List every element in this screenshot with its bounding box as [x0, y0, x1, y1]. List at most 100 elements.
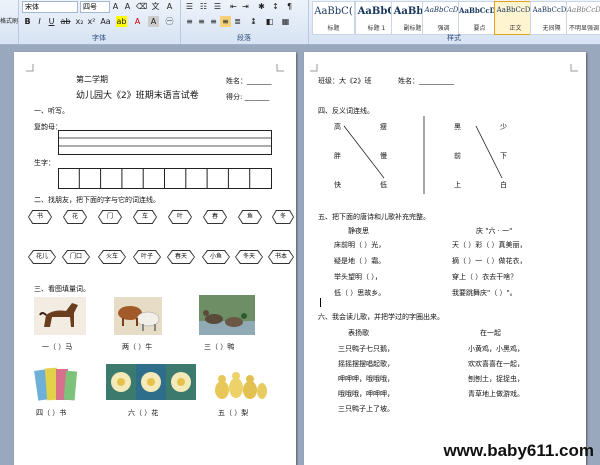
character-grid[interactable] — [58, 168, 272, 190]
char-hex: 冬 — [272, 210, 294, 224]
nursery-rhyme-title: 表扬歌 — [348, 329, 369, 337]
name-field-label: 姓名：_______ — [226, 77, 272, 85]
align-center-icon[interactable]: ≡ — [196, 16, 207, 27]
measure-word-3: 三（ ）鸭 — [204, 343, 235, 351]
strikethrough-button[interactable]: ab — [60, 16, 71, 27]
rhyme-line: 呷呷呷，哦哦哦， — [338, 375, 394, 383]
bullets-icon[interactable]: ☰ — [184, 1, 195, 12]
song-line: 我要跳舞庆"（ ）"。 — [452, 289, 517, 297]
section-1-heading: 一、听写。 — [34, 107, 69, 115]
rhyme-line: 青草地上做游戏。 — [468, 390, 524, 398]
page-1: 第二学期 幼儿园大《2》班期末语言试卷 姓名：_______ 得分: _____… — [14, 52, 296, 465]
antonym-matching-area[interactable] — [324, 116, 524, 196]
song-line: 天（ ）彩（ ）真美丽， — [452, 241, 527, 249]
antonym-word: 少 — [500, 123, 507, 131]
antonym-word: 胖 — [334, 152, 341, 160]
show-marks-icon[interactable]: ¶ — [284, 1, 295, 12]
antonym-word: 白 — [500, 181, 507, 189]
decrease-indent-icon[interactable]: ⇤ — [228, 1, 239, 12]
font-name-combo[interactable]: 宋体 — [22, 1, 78, 13]
change-case-button[interactable]: Aa — [100, 16, 111, 27]
char-shading-icon[interactable]: A — [148, 16, 159, 27]
styles-group-label: 样式 — [447, 34, 461, 42]
rhyme-line: 哦哦哦，呷呷呷， — [338, 390, 394, 398]
antonym-word: 高 — [334, 123, 341, 131]
section-6-heading: 六、我会读儿歌，并把学过的字圈出来。 — [318, 313, 444, 321]
antonym-word: 上 — [454, 181, 461, 189]
line-spacing-icon[interactable]: ↨ — [248, 16, 259, 27]
rhyme-line: 摇摇摆摆唱起歌， — [338, 360, 394, 368]
char-hex: 叶 — [168, 210, 192, 224]
word-hex: 书本 — [268, 250, 294, 264]
phonetic-guide-icon[interactable]: 文 — [150, 1, 161, 12]
rhyme-line: 小黄鸡，小黑鸡， — [468, 345, 524, 353]
italic-button[interactable]: I — [34, 16, 45, 27]
measure-word-4: 四（ ）书 — [36, 409, 67, 417]
increase-indent-icon[interactable]: ⇥ — [240, 1, 251, 12]
exam-term: 第二学期 — [76, 75, 108, 84]
char-border-icon[interactable]: A — [164, 1, 175, 12]
char-hex: 书 — [28, 210, 52, 224]
margin-mark — [26, 64, 34, 72]
distributed-icon[interactable]: ≣ — [232, 16, 243, 27]
section-4-heading: 四、反义词连线。 — [318, 107, 374, 115]
poem-line: 低（ ）思故乡。 — [334, 289, 386, 297]
rhyme-line: 三只鸭子七只鹅， — [338, 345, 394, 353]
cattle-picture — [114, 297, 162, 335]
justify-icon[interactable]: ≡ — [220, 16, 231, 27]
measure-word-1: 一（ ）马 — [42, 343, 73, 351]
char-hex: 车 — [133, 210, 157, 224]
styles-group: AaBbC(标题 AaBbC 标题 1 AaBbC 副标题 AaBbCcDc 强调 A… — [308, 0, 600, 44]
antonym-word: 瘦 — [380, 123, 387, 131]
shrink-font-button[interactable]: A — [122, 1, 133, 12]
align-right-icon[interactable]: ≡ — [208, 16, 219, 27]
books-picture — [34, 364, 78, 404]
shading-icon[interactable]: ◧ — [264, 16, 275, 27]
char-hex: 春 — [203, 210, 227, 224]
enclosed-char-icon[interactable]: ㊀ — [164, 16, 175, 27]
font-group-label: 字体 — [92, 34, 106, 42]
underline-button[interactable]: U — [46, 16, 57, 27]
multilevel-list-icon[interactable]: ☰ — [212, 1, 223, 12]
format-painter-button[interactable]: 格式刷 — [0, 16, 18, 25]
numbering-icon[interactable]: ☷ — [198, 1, 209, 12]
font-size-combo[interactable]: 四号 — [80, 1, 110, 13]
horse-picture — [34, 297, 86, 335]
style-subtle-emphasis[interactable]: AaBbCcDc不明显强调 — [566, 1, 600, 35]
borders-icon[interactable]: ▦ — [280, 16, 291, 27]
antonym-word: 黑 — [454, 123, 461, 131]
rhyme-line: 刨刨土，捉捉虫， — [468, 375, 524, 383]
ducks-picture — [199, 295, 255, 335]
style-title[interactable]: AaBbC(标题 — [312, 1, 355, 35]
flowers-picture — [106, 364, 196, 400]
bold-button[interactable]: B — [22, 16, 33, 27]
paragraph-group: ☰ ☷ ☰ ⇤ ⇥ ✱ ↕ ¶ ≡ ≡ ≡ ≡ ≣ ↨ ◧ ▦ 段落 — [180, 0, 309, 44]
measure-word-6: 五（ ）梨 — [218, 409, 249, 417]
paragraph-group-label: 段落 — [237, 34, 251, 42]
chinese-layout-icon[interactable]: ✱ — [256, 1, 267, 12]
word-hex: 小鱼 — [202, 250, 230, 264]
subscript-button[interactable]: x₂ — [74, 16, 85, 27]
poem-title: 静夜思 — [348, 227, 369, 235]
highlight-button[interactable]: ab — [116, 16, 127, 27]
song-line: 穿上（ ）衣去干啥？ — [452, 273, 518, 281]
antonym-word: 前 — [454, 152, 461, 160]
superscript-button[interactable]: x² — [86, 16, 97, 27]
pears-picture — [212, 364, 268, 402]
grow-font-button[interactable]: A — [110, 1, 121, 12]
site-watermark: www.baby611.com — [443, 441, 594, 460]
new-characters-label: 生字： — [34, 159, 55, 167]
poem-line: 举头望明（ ）， — [334, 273, 382, 281]
font-color-button[interactable]: A — [132, 16, 143, 27]
poem-line: 床前明（ ）光， — [334, 241, 386, 249]
nursery-rhyme-title: 在一起 — [480, 329, 501, 337]
class-label: 班级：大《2》班 — [318, 77, 372, 85]
antonym-word: 慢 — [380, 152, 387, 160]
sort-icon[interactable]: ↕ — [270, 1, 281, 12]
measure-word-5: 六（ ）花 — [128, 409, 159, 417]
clear-format-icon[interactable]: ⌫ — [136, 1, 147, 12]
measure-word-2: 两（ ）牛 — [122, 343, 153, 351]
section-3-heading: 三、看图填量词。 — [34, 285, 90, 293]
align-left-icon[interactable]: ≡ — [184, 16, 195, 27]
ribbon: 格式刷 宋体 四号 A A ⌫ 文 A B I U ab x₂ x² Aa ab… — [0, 0, 600, 45]
